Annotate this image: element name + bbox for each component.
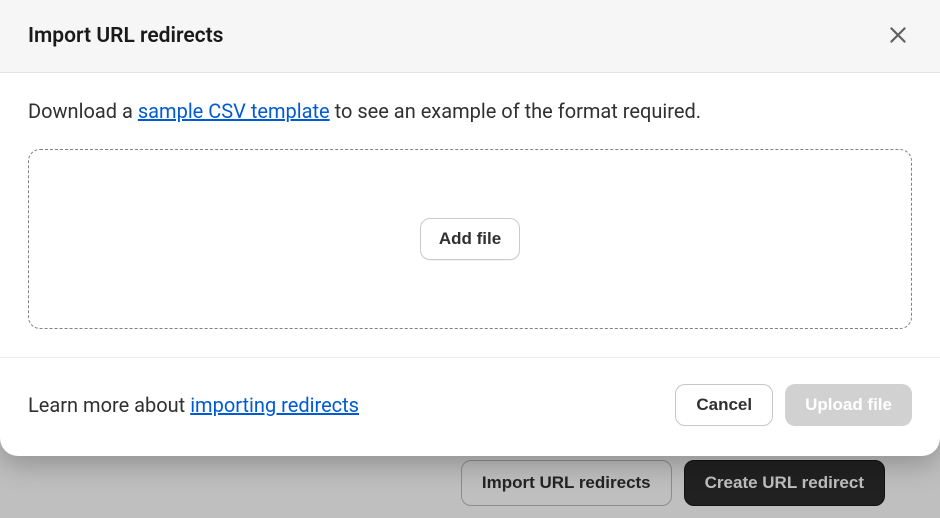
close-icon (887, 24, 909, 49)
close-button[interactable] (884, 22, 912, 50)
upload-file-button[interactable]: Upload file (785, 384, 912, 426)
instruction-text: Download a sample CSV template to see an… (28, 99, 912, 123)
footer-help-text: Learn more about importing redirects (28, 393, 359, 417)
importing-redirects-link[interactable]: importing redirects (190, 393, 359, 417)
modal-footer: Learn more about importing redirects Can… (0, 357, 940, 456)
cancel-button[interactable]: Cancel (675, 384, 773, 426)
footer-actions: Cancel Upload file (675, 384, 912, 426)
add-file-button[interactable]: Add file (420, 218, 520, 260)
file-dropzone[interactable]: Add file (28, 149, 912, 329)
modal-body: Download a sample CSV template to see an… (0, 73, 940, 357)
instruction-suffix: to see an example of the format required… (330, 99, 701, 123)
instruction-prefix: Download a (28, 99, 138, 123)
footer-prefix: Learn more about (28, 393, 190, 417)
import-modal: Import URL redirects Download a sample C… (0, 0, 940, 456)
modal-header: Import URL redirects (0, 0, 940, 73)
sample-csv-link[interactable]: sample CSV template (138, 99, 330, 123)
modal-title: Import URL redirects (28, 24, 223, 48)
